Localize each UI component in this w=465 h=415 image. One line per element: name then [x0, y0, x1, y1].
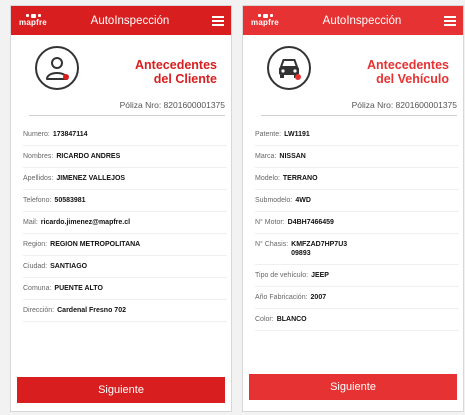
- field-patente: Patente: LW1191: [255, 130, 459, 146]
- field-motor: N° Motor: D4BH7466459: [255, 218, 459, 234]
- section-header: Antecedentes del Cliente: [11, 46, 231, 96]
- hamburger-menu-icon[interactable]: [444, 15, 456, 26]
- section-title: Antecedentes del Cliente: [135, 58, 217, 86]
- section-title: Antecedentes del Vehículo: [367, 58, 449, 86]
- field-telefono: Telefono: 50583981: [23, 196, 227, 212]
- vehicle-screen: mapfre AutoInspección Antecedentes del V…: [242, 5, 464, 412]
- field-comuna: Comuna: PUENTE ALTO: [23, 284, 227, 300]
- app-title: AutoInspección: [322, 14, 402, 27]
- section-title-line1: Antecedentes: [135, 58, 217, 72]
- siguiente-button[interactable]: Siguiente: [17, 377, 225, 403]
- field-ciudad: Ciudad: SANTIAGO: [23, 262, 227, 278]
- field-submodelo: Submodelo: 4WD: [255, 196, 459, 212]
- mapfre-logo: mapfre: [18, 14, 48, 27]
- field-nombres: Nombres: RICARDO ANDRES: [23, 152, 227, 168]
- field-tipo-vehiculo: Tipo de vehículo: JEEP: [255, 271, 459, 287]
- client-field-list: Numero: 173847114 Nombres: RICARDO ANDRES …: [23, 130, 227, 328]
- field-color: Color: BLANCO: [255, 315, 459, 331]
- field-marca: Marca: NISSAN: [255, 152, 459, 168]
- app-bar: mapfre AutoInspección: [243, 6, 463, 35]
- mapfre-logo: mapfre: [250, 14, 280, 27]
- section-title-line2: del Vehículo: [376, 72, 449, 86]
- siguiente-button[interactable]: Siguiente: [249, 374, 457, 400]
- policy-number: Póliza Nro: 8201600001375: [261, 100, 457, 116]
- field-modelo: Modelo: TERRANO: [255, 174, 459, 190]
- field-anio-fabricacion: Año Fabricación: 2007: [255, 293, 459, 309]
- app-bar: mapfre AutoInspección: [11, 6, 231, 35]
- logo-text: mapfre: [251, 18, 279, 27]
- section-title-line1: Antecedentes: [367, 58, 449, 72]
- field-chasis: N° Chasis: KMFZAD7HP7U309893: [255, 240, 459, 265]
- logo-text: mapfre: [19, 18, 47, 27]
- field-apellidos: Apellidos: JIMENEZ VALLEJOS: [23, 174, 227, 190]
- section-title-line2: del Cliente: [153, 72, 217, 86]
- field-direccion: Dirección: Cardenal Fresno 702: [23, 306, 227, 322]
- car-icon: [267, 46, 311, 90]
- app-title: AutoInspección: [90, 14, 170, 27]
- section-header: Antecedentes del Vehículo: [243, 46, 463, 96]
- vehicle-field-list: Patente: LW1191 Marca: NISSAN Modelo: TERRA…: [255, 130, 459, 337]
- hamburger-menu-icon[interactable]: [212, 15, 224, 26]
- field-region: Region: REGION METROPOLITANA: [23, 240, 227, 256]
- user-icon: [35, 46, 79, 90]
- field-numero: Numero: 173847114: [23, 130, 227, 146]
- field-mail: Mail: ricardo.jimenez@mapfre.cl: [23, 218, 227, 234]
- policy-number: Póliza Nro: 8201600001375: [29, 100, 225, 116]
- client-screen: mapfre AutoInspección Antecedentes del C…: [10, 5, 232, 412]
